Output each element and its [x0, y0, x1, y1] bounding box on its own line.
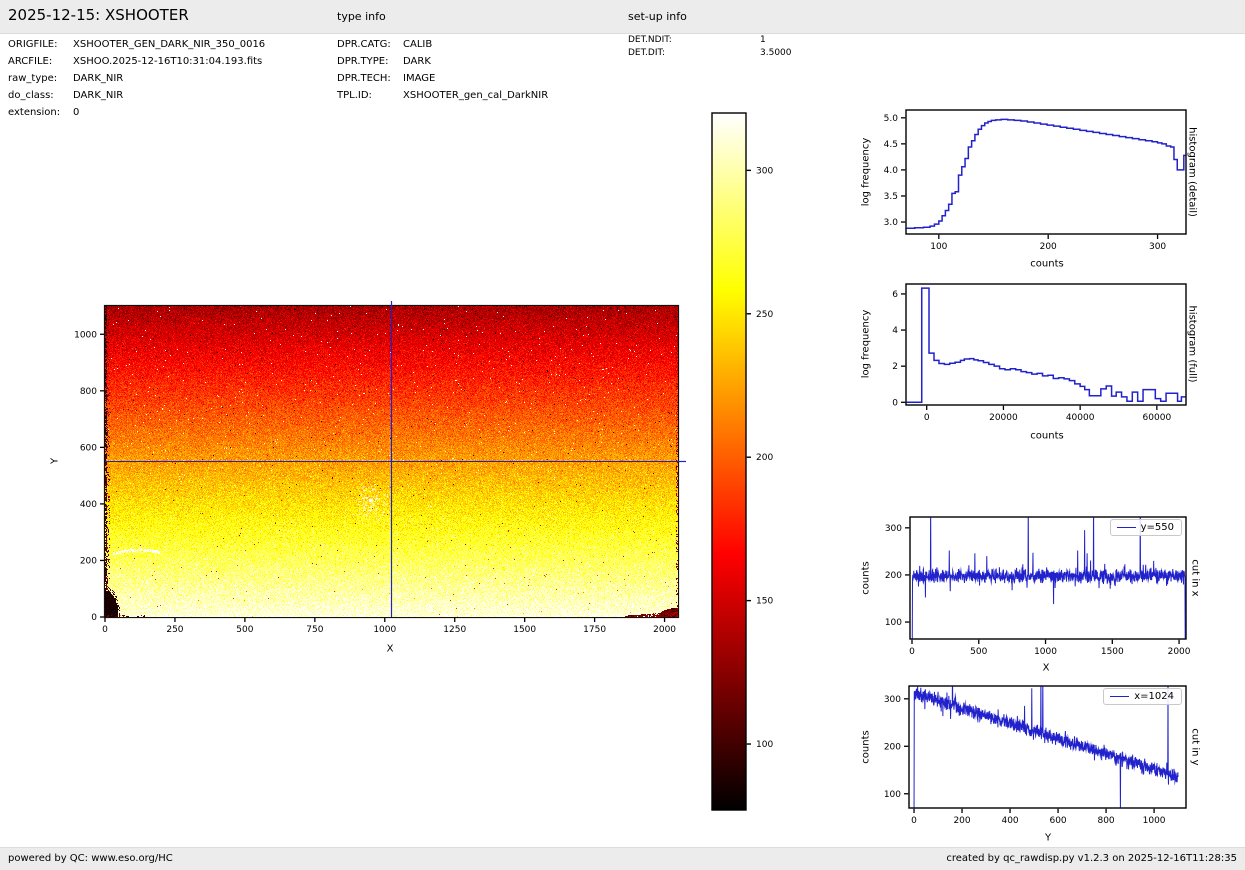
- meta-label: raw_type:: [8, 73, 58, 84]
- meta-value: CALIB: [403, 39, 433, 50]
- hist-detail-x-label: counts: [1030, 258, 1064, 270]
- cut-x-y-label: counts: [860, 561, 872, 595]
- meta-value: 0: [73, 107, 80, 118]
- qc-report-page: 2025-12-15: XSHOOTER type info set-up in…: [0, 0, 1245, 870]
- hist-full-y-label: log frequency: [860, 309, 872, 379]
- meta-label: DET.DIT:: [628, 48, 666, 58]
- meta-label: extension:: [8, 107, 61, 118]
- meta-label: ARCFILE:: [8, 56, 53, 67]
- cut-in-y-plot: [845, 671, 1245, 846]
- cut-in-x-plot: [845, 502, 1245, 677]
- legend-line-swatch: [1116, 527, 1136, 528]
- meta-value: DARK: [403, 56, 431, 67]
- meta-value: DARK_NIR: [73, 90, 124, 101]
- hist-full-x-label: counts: [1030, 430, 1064, 442]
- meta-label: DPR.TECH:: [337, 73, 391, 84]
- cut-y-right-label: cut in y: [1189, 728, 1201, 766]
- cut-x-legend: y=550: [1109, 519, 1182, 536]
- meta-label: ORIGFILE:: [8, 39, 58, 50]
- meta-value: DARK_NIR: [73, 73, 124, 84]
- raw-image-heatmap: [105, 306, 678, 617]
- page-title: 2025-12-15: XSHOOTER: [8, 6, 189, 24]
- meta-label: DPR.CATG:: [337, 39, 391, 50]
- legend-line-swatch: [1110, 696, 1130, 697]
- meta-value: XSHOO.2025-12-16T10:31:04.193.fits: [73, 56, 263, 67]
- main-y-axis-label: Y: [49, 457, 61, 465]
- main-x-axis-label: X: [386, 643, 394, 655]
- meta-value: XSHOOTER_gen_cal_DarkNIR: [403, 90, 549, 101]
- footer-powered-by: powered by QC: www.eso.org/HC: [8, 853, 173, 864]
- cut-y-y-label: counts: [860, 730, 872, 764]
- cut-x-legend-label: y=550: [1140, 522, 1174, 533]
- hist-detail-right-label: histogram (detail): [1186, 127, 1198, 217]
- meta-label: DET.NDIT:: [628, 35, 672, 45]
- meta-label: do_class:: [8, 90, 54, 101]
- cut-x-right-label: cut in x: [1189, 559, 1201, 597]
- type-info-section-label: type info: [337, 10, 386, 23]
- cut-y-x-label: Y: [1044, 832, 1052, 844]
- meta-value: 3.5000: [760, 48, 792, 58]
- hist-detail-y-label: log frequency: [860, 137, 872, 207]
- footer-created-by: created by qc_rawdisp.py v1.2.3 on 2025-…: [946, 853, 1237, 864]
- cut-y-legend-label: x=1024: [1134, 691, 1174, 702]
- meta-value: IMAGE: [403, 73, 436, 84]
- meta-value: XSHOOTER_GEN_DARK_NIR_350_0016: [73, 39, 266, 50]
- colorbar: [704, 103, 794, 818]
- histogram-full-plot: [845, 269, 1245, 444]
- meta-value: 1: [760, 35, 766, 45]
- setup-info-section-label: set-up info: [628, 10, 687, 23]
- histogram-detail-plot: [845, 95, 1245, 270]
- meta-label: DPR.TYPE:: [337, 56, 389, 67]
- cut-y-legend: x=1024: [1103, 688, 1182, 705]
- meta-label: TPL.ID:: [337, 90, 372, 101]
- hist-full-right-label: histogram (full): [1186, 305, 1198, 383]
